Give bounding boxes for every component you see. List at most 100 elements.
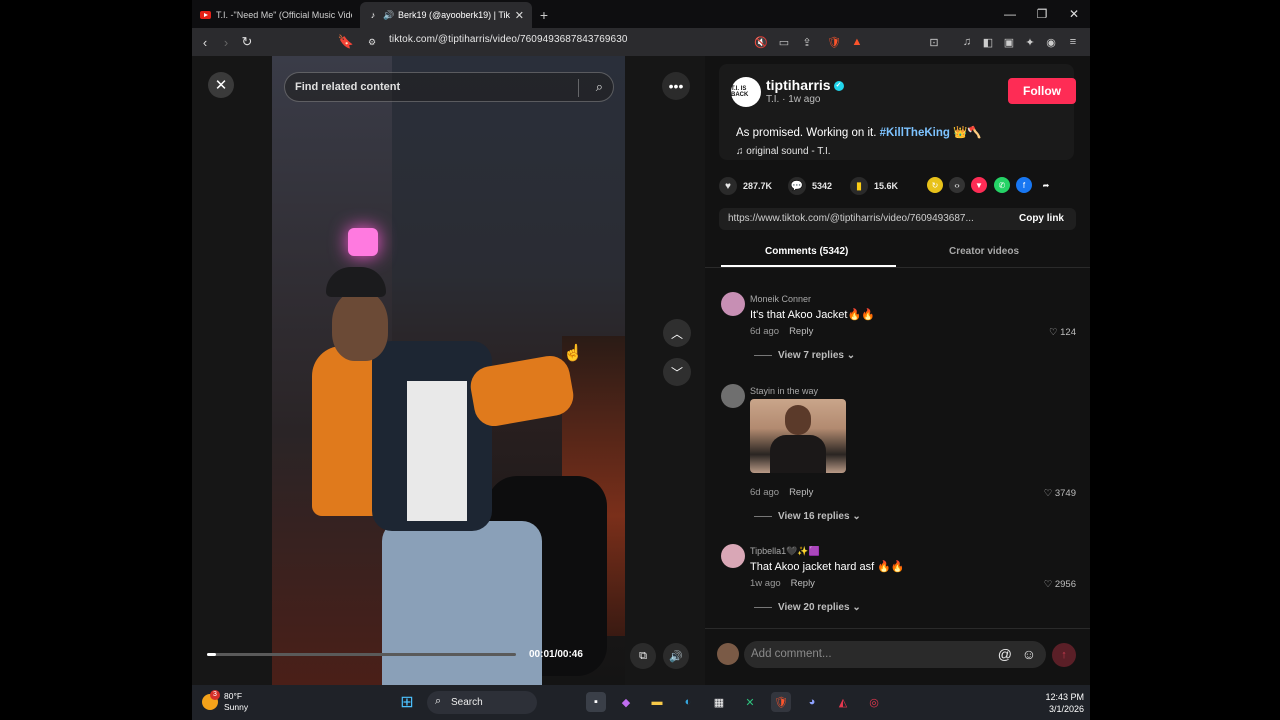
back-icon[interactable]: ‹ <box>196 33 214 51</box>
comment-text: That Akoo jacket hard asf 🔥🔥 <box>750 561 905 573</box>
comment-image[interactable] <box>750 399 846 473</box>
minimize-icon[interactable]: — <box>994 0 1026 28</box>
creator-username[interactable]: tiptiharris ✓ <box>766 77 844 93</box>
emoji-icon[interactable]: ☺ <box>1022 646 1036 662</box>
caption-emoji: 👑🪓 <box>953 127 982 139</box>
menu-icon[interactable]: ≡ <box>1065 34 1081 50</box>
tab-creator-videos[interactable]: Creator videos <box>949 246 1019 257</box>
comment-like-button[interactable]: ♡ 2956 <box>1044 579 1076 590</box>
view-replies-button[interactable]: View 20 replies ⌄ <box>754 602 861 613</box>
commenter-name[interactable]: Stayin in the way <box>750 386 818 396</box>
cast-icon[interactable]: ▭ <box>776 34 792 50</box>
task-view-icon[interactable]: ▪ <box>586 692 606 712</box>
creator-subline: T.I. · 1w ago <box>766 94 821 105</box>
view-replies-button[interactable]: View 7 replies ⌄ <box>754 350 855 361</box>
reply-button[interactable]: Reply <box>791 578 815 589</box>
comment-button[interactable]: 💬 5342 <box>788 174 832 198</box>
windows-start-icon[interactable]: ⊞ <box>397 692 417 712</box>
file-explorer-icon[interactable]: ▬ <box>647 692 667 712</box>
whatsapp-icon[interactable]: ✆ <box>994 177 1010 193</box>
brave-rewards-icon[interactable]: ▲ <box>849 34 865 50</box>
app-icon-circle[interactable]: ◎ <box>864 692 884 712</box>
view-replies-button[interactable]: View 16 replies ⌄ <box>754 511 861 522</box>
sound-link[interactable]: ♫ original sound - T.I. <box>736 146 831 157</box>
reply-button[interactable]: Reply <box>789 487 813 498</box>
sidebar-icon[interactable]: ◧ <box>980 34 996 50</box>
close-video-button[interactable]: ✕ <box>208 72 234 98</box>
save-button[interactable]: ▮ 15.6K <box>850 174 898 198</box>
edge-icon[interactable]: ◐ <box>678 692 698 712</box>
previous-video-button[interactable]: ︿ <box>663 319 691 347</box>
discord-icon[interactable]: ◕ <box>802 692 822 712</box>
floating-player-button[interactable]: ⧉ <box>630 643 656 669</box>
search-placeholder: Find related content <box>295 81 401 93</box>
close-window-icon[interactable]: ✕ <box>1058 0 1090 28</box>
store-icon[interactable]: ▦ <box>709 692 729 712</box>
creator-avatar[interactable]: T.I. IS BACK <box>731 77 761 107</box>
tab-tiktok[interactable]: ♪ 🔊 Berk19 (@ayooberk19) | TikTok ✕ <box>360 2 532 28</box>
share-page-icon[interactable]: ⇪ <box>799 34 815 50</box>
maximize-icon[interactable]: ❐ <box>1026 0 1058 28</box>
leo-ai-icon[interactable]: ✦ <box>1022 34 1038 50</box>
weather-widget[interactable]: 3 80°F Sunny <box>202 690 248 713</box>
avatar[interactable] <box>721 292 745 316</box>
url-field[interactable]: tiktok.com/@tiptiharris/video/7609493687… <box>389 34 628 45</box>
share-arrow-icon[interactable]: ➦ <box>1038 177 1054 193</box>
chevron-down-icon: ⌄ <box>846 350 856 361</box>
new-tab-button[interactable]: + <box>532 2 556 28</box>
wallet-icon[interactable]: ▣ <box>1001 34 1017 50</box>
sun-icon: 3 <box>202 690 220 710</box>
bookmark-icon[interactable]: 🔖 <box>337 33 355 51</box>
address-bar: ‹ › ↻ 🔖 ⚙ tiktok.com/@tiptiharris/video/… <box>192 28 1090 56</box>
reload-icon[interactable]: ↻ <box>238 33 256 51</box>
search-icon[interactable]: ⌕ <box>596 79 603 95</box>
commenter-name[interactable]: Moneik Conner <box>750 294 811 304</box>
video-player[interactable]: Find related content ⌕ ✕ ••• ︿ ﹀ ☝ 00:01… <box>192 56 705 685</box>
heart-icon: ♥ <box>719 177 737 195</box>
mute-icon[interactable]: 🔇 <box>753 34 769 50</box>
site-settings-icon[interactable]: ⚙ <box>363 33 381 51</box>
app-icon-red[interactable]: ◭ <box>833 692 853 712</box>
avatar[interactable] <box>721 544 745 568</box>
find-related-search[interactable]: Find related content ⌕ <box>284 72 614 102</box>
follow-button[interactable]: Follow <box>1008 78 1076 104</box>
post-link-text[interactable]: https://www.tiktok.com/@tiptiharris/vide… <box>728 213 974 224</box>
repost-icon[interactable]: ↻ <box>927 177 943 193</box>
forward-icon[interactable]: › <box>217 33 235 51</box>
avatar[interactable] <box>721 384 745 408</box>
taskbar-search[interactable]: ⌕ Search <box>427 691 537 714</box>
tab-comments[interactable]: Comments (5342) <box>765 246 848 257</box>
music-icon[interactable]: ♫ <box>959 34 975 50</box>
copilot-icon[interactable]: ◆ <box>616 692 636 712</box>
chevron-up-icon: ︿ <box>670 326 683 341</box>
send-to-friends-icon[interactable]: ▼ <box>971 177 987 193</box>
like-button[interactable]: ♥ 287.7K <box>719 174 772 198</box>
brave-shields-icon[interactable]: 🛡 <box>826 34 842 50</box>
close-tab-icon[interactable]: ✕ <box>515 9 524 22</box>
more-icon: ••• <box>668 78 684 94</box>
hashtag-link[interactable]: #KillTheKing <box>880 127 950 139</box>
comment-like-button[interactable]: ♡ 3749 <box>1044 488 1076 499</box>
more-options-button[interactable]: ••• <box>662 72 690 100</box>
volume-button[interactable]: 🔊 <box>663 643 689 669</box>
video-progress-bar[interactable] <box>207 653 516 656</box>
vpn-icon[interactable]: ◉ <box>1043 34 1059 50</box>
post-comment-button[interactable]: ↑ <box>1052 643 1076 667</box>
xbox-icon[interactable]: ✕ <box>740 692 760 712</box>
facebook-icon[interactable]: f <box>1016 177 1032 193</box>
copy-link-button[interactable]: Copy link <box>1019 213 1064 224</box>
comment-input[interactable]: Add comment... @ ☺ <box>744 641 1046 668</box>
comment-time: 1w ago <box>750 578 781 589</box>
commenter-name[interactable]: Tipbella1🖤✨🟪 <box>750 546 820 557</box>
comment-like-button[interactable]: ♡ 124 <box>1049 327 1076 338</box>
embed-icon[interactable]: ‹› <box>949 177 965 193</box>
next-video-button[interactable]: ﹀ <box>663 358 691 386</box>
speaker-icon[interactable]: 🔊 <box>383 10 394 20</box>
reply-button[interactable]: Reply <box>789 326 813 337</box>
system-clock[interactable]: 12:43 PM 3/1/2026 <box>1045 691 1084 715</box>
screenshot-icon[interactable]: ⊡ <box>926 34 942 50</box>
video-frame[interactable] <box>272 56 625 685</box>
brave-taskbar-icon[interactable]: 🛡 <box>771 692 791 712</box>
tab-youtube[interactable]: T.I. -"Need Me" (Official Music Video) <box>192 2 360 28</box>
mention-icon[interactable]: @ <box>998 646 1012 662</box>
